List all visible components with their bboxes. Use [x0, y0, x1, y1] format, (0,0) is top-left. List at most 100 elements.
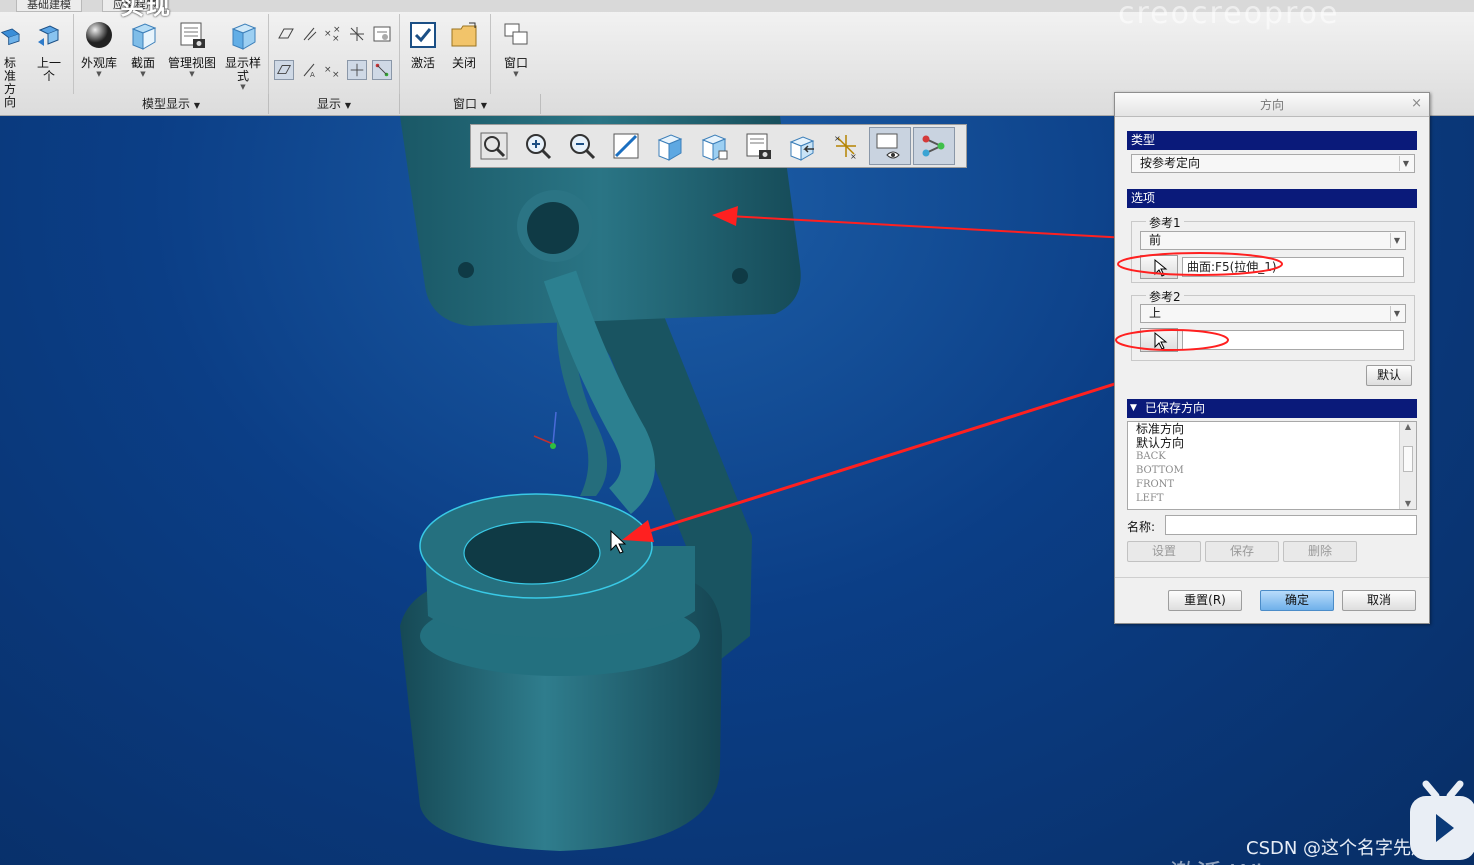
sphere-icon — [86, 22, 112, 48]
tab-basic-modeling[interactable]: 基础建模 — [16, 0, 82, 12]
display-style-view-button[interactable] — [649, 127, 691, 165]
video-caption: 实现 — [120, 0, 172, 20]
coordinate-system-display-icon[interactable] — [347, 24, 367, 44]
list-item[interactable]: BACK — [1128, 450, 1416, 464]
chevron-down-icon: ▼ — [480, 101, 487, 110]
list-item[interactable]: 标准方向 — [1128, 422, 1416, 436]
activate-button[interactable]: 激活 — [404, 20, 442, 70]
saved-orientations-button[interactable] — [693, 127, 735, 165]
svg-text:×: × — [324, 65, 332, 75]
name-label: 名称: — [1127, 520, 1156, 534]
list-item[interactable]: 默认方向 — [1128, 436, 1416, 450]
watermark-top: creocreoproe — [1118, 0, 1340, 31]
repaint-icon — [613, 133, 639, 159]
set-button[interactable]: 设置 — [1127, 541, 1201, 562]
close-window-button[interactable]: 关闭 — [445, 20, 483, 70]
view-manager-button[interactable] — [737, 127, 779, 165]
repaint-button[interactable] — [605, 127, 647, 165]
annotation-circle-ref2 — [1115, 329, 1229, 351]
divider — [399, 14, 400, 94]
view-manager-icon — [746, 133, 771, 159]
annotation-display-icon[interactable] — [372, 24, 392, 44]
manage-views-button[interactable]: 管理视图 ▼ — [164, 20, 220, 78]
section-button[interactable]: 截面 ▼ — [124, 20, 162, 78]
chevron-down-icon: ▼ — [96, 70, 102, 78]
group-model-display[interactable]: 模型显示 ▼ — [74, 94, 269, 114]
zoom-fit-icon — [480, 132, 508, 160]
eye-annotation-icon — [876, 133, 900, 159]
group-window[interactable]: 窗口 ▼ — [400, 94, 541, 114]
svg-text:×: × — [333, 25, 341, 35]
chevron-down-icon: ▼ — [1390, 306, 1403, 321]
cancel-button[interactable]: 取消 — [1342, 590, 1416, 611]
csys-z-axis — [552, 411, 557, 445]
spin-center-icon[interactable] — [372, 60, 392, 80]
chevron-down-icon: ▼ — [240, 83, 246, 91]
orientation-name-input[interactable] — [1165, 515, 1417, 535]
svg-text:×: × — [324, 29, 332, 39]
saved-orientations-header[interactable]: ▼ 已保存方向 — [1127, 399, 1417, 418]
list-scrollbar[interactable]: ▲ ▼ — [1399, 422, 1416, 509]
zoom-in-button[interactable] — [517, 127, 559, 165]
scroll-up-icon[interactable]: ▲ — [1400, 422, 1416, 431]
perspective-button[interactable] — [781, 127, 823, 165]
csys-tag-icon[interactable] — [347, 60, 367, 80]
chevron-down-icon: ▼ — [1399, 156, 1412, 171]
reference1-label: 参考1 — [1146, 214, 1184, 231]
svg-text:×: × — [834, 134, 841, 143]
divider — [490, 14, 491, 94]
zoom-out-icon — [570, 134, 596, 160]
display-style-button[interactable]: 显示样式 ▼ — [222, 20, 264, 91]
type-section-header: 类型 — [1127, 131, 1417, 150]
ok-button[interactable]: 确定 — [1260, 590, 1334, 611]
svg-text:×: × — [332, 70, 340, 80]
divider — [1115, 577, 1429, 578]
annotation-circle-ref1 — [1117, 252, 1283, 276]
annotation-display-button[interactable] — [869, 127, 911, 165]
standard-orientation-icon — [0, 28, 20, 46]
perspective-cube-icon — [789, 136, 815, 161]
axis-tag-icon[interactable]: A — [300, 60, 320, 80]
divider — [268, 14, 269, 94]
group-display[interactable]: 显示 ▼ — [269, 94, 400, 114]
windows-icon — [504, 23, 528, 45]
chevron-down-icon: ▼ — [193, 101, 200, 110]
zoom-out-button[interactable] — [561, 127, 603, 165]
zoom-in-icon — [526, 134, 552, 160]
windows-button[interactable]: 窗口 ▼ — [496, 20, 536, 78]
datum-plane-display-icon[interactable] — [276, 24, 296, 44]
datum-point-display-icon[interactable]: × ×× — [323, 24, 343, 44]
scroll-thumb[interactable] — [1403, 446, 1413, 472]
point-tag-icon[interactable]: × × — [323, 60, 343, 80]
appearance-library-button[interactable]: 外观库 ▼ — [78, 20, 120, 78]
close-icon[interactable]: × — [1411, 96, 1422, 111]
svg-text:×: × — [850, 152, 857, 161]
scroll-down-icon[interactable]: ▼ — [1400, 499, 1416, 508]
inner-bore — [463, 521, 601, 585]
chevron-down-icon: ▼ — [344, 101, 351, 110]
previous-view-icon — [38, 25, 60, 46]
refit-button[interactable] — [473, 127, 515, 165]
reset-button[interactable]: 重置(R) — [1168, 590, 1242, 611]
type-dropdown[interactable]: 按参考定向 ▼ — [1131, 154, 1415, 173]
spin-center-button[interactable] — [913, 127, 955, 165]
list-item[interactable]: FRONT — [1128, 478, 1416, 492]
shaded-cube-icon — [657, 134, 683, 161]
standard-orientation-button[interactable]: 标准方向 — [0, 20, 26, 109]
previous-view-button[interactable]: 上一个 — [30, 20, 68, 83]
checkbox-icon — [410, 22, 436, 48]
view-toolbar: × × — [470, 124, 967, 168]
chevron-down-icon: ▼ — [189, 70, 195, 78]
save-button[interactable]: 保存 — [1205, 541, 1279, 562]
datum-axis-display-icon[interactable] — [300, 24, 320, 44]
saved-orientations-list[interactable]: 标准方向 默认方向 BACK BOTTOM FRONT LEFT ▲ ▼ — [1127, 421, 1417, 510]
default-button[interactable]: 默认 — [1366, 365, 1412, 386]
datum-display-filter-button[interactable]: × × — [825, 127, 867, 165]
list-item[interactable]: BOTTOM — [1128, 464, 1416, 478]
plane-tag-icon[interactable] — [274, 60, 294, 80]
options-section-header: 选项 — [1127, 189, 1417, 208]
dialog-titlebar[interactable]: 方向 × — [1115, 93, 1429, 117]
delete-button[interactable]: 删除 — [1283, 541, 1357, 562]
windows-activation-watermark: 激活 Wi — [1170, 854, 1263, 865]
list-item[interactable]: LEFT — [1128, 492, 1416, 506]
